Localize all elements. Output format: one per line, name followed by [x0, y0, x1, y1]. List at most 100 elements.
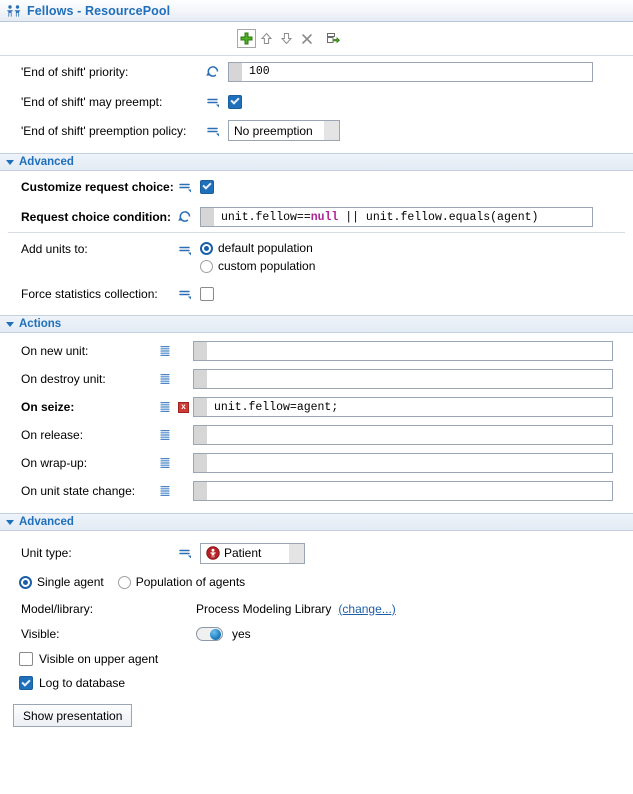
- on-new-unit-field[interactable]: [193, 341, 613, 361]
- section-header-advanced-2[interactable]: Advanced: [0, 513, 633, 531]
- static-value-icon[interactable]: [204, 94, 222, 110]
- model-library-label: Model/library:: [21, 601, 94, 616]
- section-header-actions[interactable]: Actions: [0, 315, 633, 333]
- add-button[interactable]: [237, 29, 256, 48]
- radio-option-default-population[interactable]: default population: [200, 241, 315, 255]
- row-visible: Visible: yes: [0, 621, 633, 647]
- code-editor-icon[interactable]: [156, 483, 174, 499]
- field-gutter: [194, 454, 207, 472]
- visible-toggle[interactable]: [196, 627, 223, 641]
- field-gutter: [194, 426, 207, 444]
- radio-label-custom-population: custom population: [218, 259, 316, 273]
- row-on-seize: On seize: x unit.fellow=agent;: [0, 393, 633, 421]
- row-log-to-database[interactable]: Log to database: [0, 671, 633, 695]
- window-title-bar: Fellows - ResourcePool: [0, 0, 633, 22]
- row-end-of-shift-priority: 'End of shift' priority: 100: [0, 56, 633, 87]
- force-statistics-collection-label: Force statistics collection:: [21, 287, 158, 301]
- top-properties-panel: 'End of shift' priority: 100 'End of shi…: [0, 56, 633, 153]
- chevron-down-icon[interactable]: [6, 519, 14, 525]
- section-title-advanced-1: Advanced: [19, 156, 74, 168]
- unit-type-combo[interactable]: Patient: [200, 542, 305, 564]
- move-down-button[interactable]: [277, 29, 296, 48]
- code-editor-icon[interactable]: [156, 455, 174, 471]
- radio-default-population[interactable]: [200, 241, 213, 255]
- dynamic-value-icon[interactable]: [176, 209, 194, 225]
- radio-single-agent[interactable]: [19, 575, 32, 589]
- on-release-label: On release:: [21, 428, 84, 442]
- row-request-choice-condition: Request choice condition: unit.fellow==n…: [0, 202, 633, 232]
- chevron-down-icon[interactable]: [289, 543, 304, 563]
- radio-option-single-agent[interactable]: Single agent: [19, 575, 104, 589]
- field-gutter: [194, 342, 207, 360]
- dynamic-value-icon[interactable]: [204, 64, 222, 80]
- radio-population-of-agents[interactable]: [117, 575, 131, 589]
- code-keyword-null: null: [310, 210, 339, 224]
- force-statistics-collection-checkbox[interactable]: [200, 287, 214, 301]
- show-presentation-button[interactable]: Show presentation: [13, 704, 133, 727]
- section-header-advanced-1[interactable]: Advanced: [0, 153, 633, 171]
- log-to-database-checkbox[interactable]: [19, 676, 33, 690]
- static-value-icon[interactable]: [176, 179, 194, 195]
- row-visible-on-upper-agent[interactable]: Visible on upper agent: [0, 647, 633, 671]
- agent-type-icon: [206, 546, 220, 560]
- customize-request-choice-checkbox[interactable]: [200, 179, 214, 194]
- chevron-down-icon[interactable]: [6, 321, 14, 327]
- field-gutter: [194, 398, 207, 416]
- request-choice-condition-field[interactable]: unit.fellow==null || unit.fellow.equals(…: [200, 207, 593, 227]
- chevron-down-icon[interactable]: [324, 121, 339, 140]
- on-wrap-up-field[interactable]: [193, 453, 613, 473]
- row-agent-scope: Single agent Population of agents: [0, 568, 633, 596]
- on-seize-field[interactable]: unit.fellow=agent;: [193, 397, 613, 417]
- on-new-unit-label: On new unit:: [21, 344, 89, 358]
- on-destroy-unit-label: On destroy unit:: [21, 372, 106, 386]
- delete-button[interactable]: [297, 29, 316, 48]
- radio-label-default-population: default population: [218, 241, 313, 255]
- export-button[interactable]: [323, 29, 342, 48]
- change-model-library-link[interactable]: (change...): [338, 602, 395, 616]
- code-editor-icon[interactable]: [156, 427, 174, 443]
- visible-label: Visible:: [21, 627, 60, 641]
- error-slot: x: [176, 401, 193, 413]
- move-up-button[interactable]: [257, 29, 276, 48]
- window-title: Fellows - ResourcePool: [27, 3, 171, 18]
- actions-panel: On new unit: On destroy unit: On seize: …: [0, 333, 633, 513]
- add-units-to-radio-group: default population custom population: [200, 241, 315, 273]
- code-editor-icon[interactable]: [156, 399, 174, 415]
- request-choice-condition-value: unit.fellow==null || unit.fellow.equals(…: [214, 211, 538, 224]
- panel-spacer: [0, 505, 633, 513]
- end-of-shift-may-preempt-label: 'End of shift' may preempt:: [21, 94, 163, 109]
- end-of-shift-may-preempt-checkbox[interactable]: [228, 94, 242, 109]
- unit-type-value: Patient: [224, 546, 262, 560]
- on-unit-state-change-field[interactable]: [193, 481, 613, 501]
- panel-spacer: [0, 145, 633, 153]
- static-value-icon[interactable]: [176, 286, 194, 302]
- radio-label-single-agent: Single agent: [37, 575, 104, 589]
- code-editor-icon[interactable]: [156, 343, 174, 359]
- end-of-shift-preemption-policy-combo[interactable]: No preemption: [228, 120, 340, 141]
- section-title-actions: Actions: [19, 318, 62, 330]
- end-of-shift-priority-field[interactable]: 100: [228, 61, 593, 82]
- radio-option-population-of-agents[interactable]: Population of agents: [117, 575, 245, 589]
- row-end-of-shift-preemption-policy: 'End of shift' preemption policy: No pre…: [0, 116, 633, 145]
- toggle-knob: [210, 628, 221, 640]
- code-editor-icon[interactable]: [156, 371, 174, 387]
- on-destroy-unit-field[interactable]: [193, 369, 613, 389]
- add-units-to-label: Add units to:: [21, 242, 88, 256]
- advanced-panel-2: Unit type: Patient Single agent Populati…: [0, 531, 633, 727]
- visible-on-upper-agent-checkbox[interactable]: [19, 652, 33, 666]
- radio-custom-population[interactable]: [200, 259, 213, 273]
- field-gutter: [229, 62, 242, 81]
- row-on-destroy-unit: On destroy unit:: [0, 365, 633, 393]
- radio-option-custom-population[interactable]: custom population: [200, 259, 315, 273]
- chevron-down-icon[interactable]: [6, 159, 14, 165]
- static-value-icon[interactable]: [204, 123, 222, 139]
- on-release-field[interactable]: [193, 425, 613, 445]
- on-wrap-up-label: On wrap-up:: [21, 456, 88, 470]
- end-of-shift-preemption-policy-label: 'End of shift' preemption policy:: [21, 123, 187, 138]
- on-seize-value: unit.fellow=agent;: [214, 400, 339, 414]
- static-value-icon[interactable]: [176, 242, 194, 258]
- on-unit-state-change-label: On unit state change:: [21, 484, 136, 498]
- section-title-advanced-2: Advanced: [19, 516, 74, 528]
- arrow-down-icon: [280, 33, 293, 45]
- static-value-icon[interactable]: [176, 545, 194, 561]
